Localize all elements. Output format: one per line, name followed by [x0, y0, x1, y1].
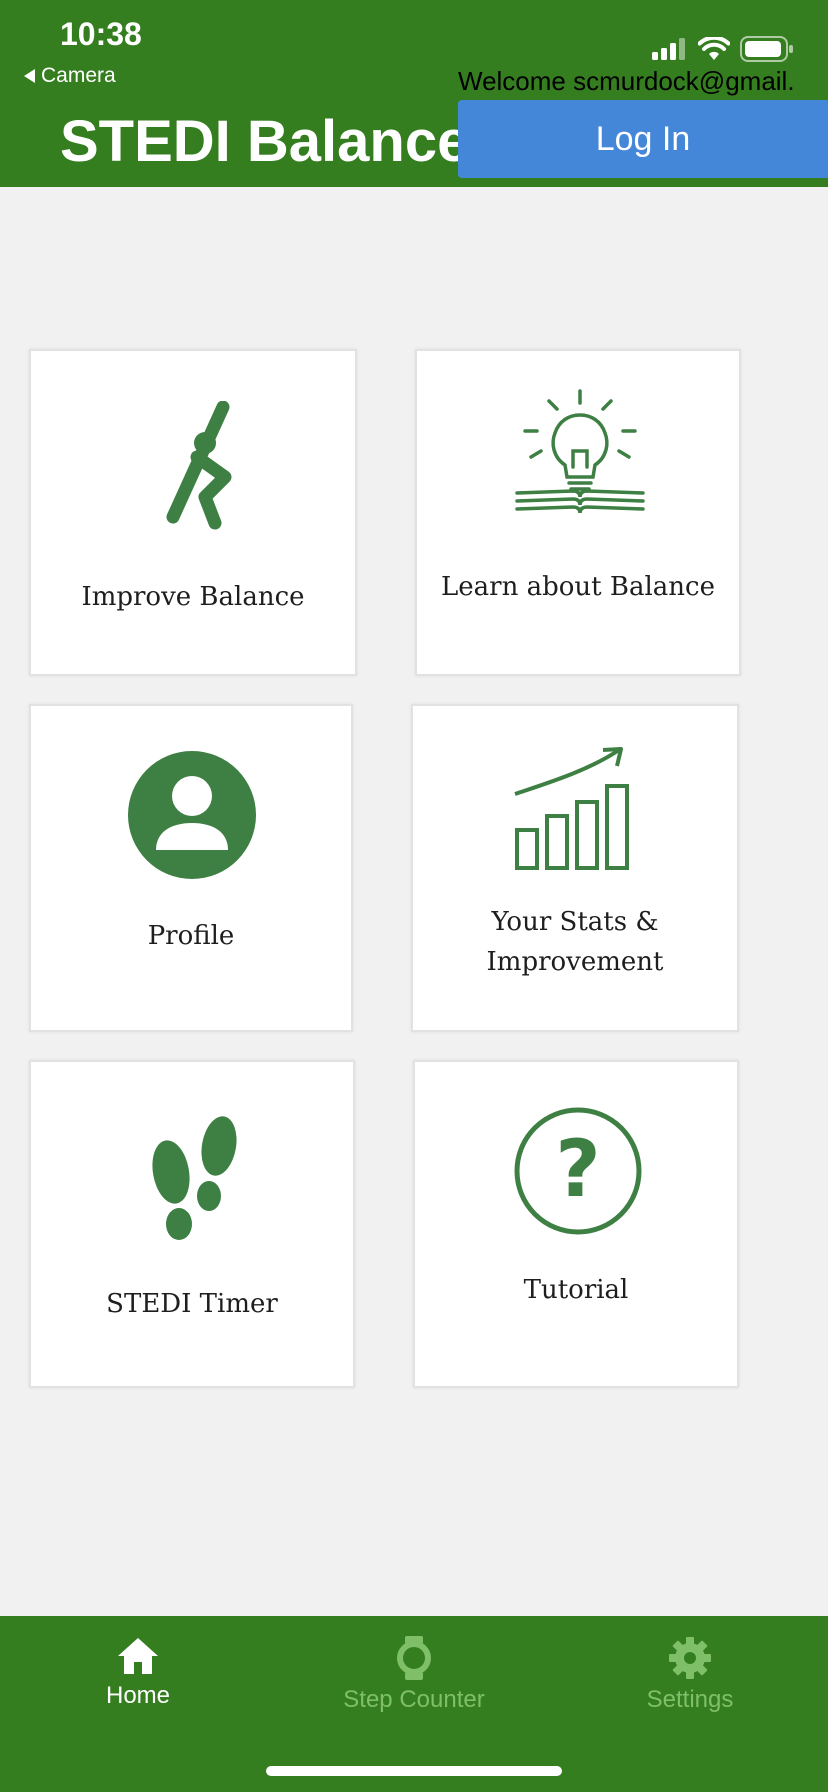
gear-icon — [669, 1637, 711, 1679]
improve-balance-tile[interactable]: Improve Balance — [29, 349, 357, 676]
tile-label-line2: Improvement — [486, 947, 664, 977]
tile-label: Tutorial — [523, 1275, 629, 1305]
back-label: Camera — [41, 64, 116, 87]
back-to-camera-link[interactable]: Camera — [24, 64, 116, 88]
tab-step-counter[interactable]: Step Counter — [276, 1636, 552, 1726]
app-title: STEDI Balance — [60, 109, 470, 174]
signal-icon — [652, 38, 685, 60]
tile-label: Learn about Balance — [441, 572, 715, 602]
tutorial-tile[interactable]: ? Tutorial — [413, 1060, 739, 1388]
stretching-person-icon — [166, 401, 232, 530]
welcome-text: Welcome scmurdock@gmail. — [458, 66, 795, 96]
back-arrow-icon — [24, 69, 35, 83]
profile-tile[interactable]: Profile — [29, 704, 353, 1032]
app-header: 10:38 Camera Welcome scmurdock@gmail. ST… — [0, 0, 828, 187]
profile-avatar-icon — [128, 751, 256, 879]
watch-icon — [397, 1636, 431, 1680]
stats-improvement-tile[interactable]: Your Stats & Improvement — [411, 704, 739, 1032]
tile-label: STEDI Timer — [106, 1289, 278, 1319]
lightbulb-book-icon — [515, 389, 645, 514]
tile-label: Profile — [147, 921, 235, 951]
battery-icon — [740, 36, 793, 62]
stats-chart-icon — [514, 747, 629, 870]
tab-home[interactable]: Home — [0, 1636, 276, 1726]
tab-label: Step Counter — [343, 1686, 485, 1713]
tile-label: Improve Balance — [81, 582, 305, 612]
tile-label-line1: Your Stats & — [491, 907, 659, 937]
footsteps-icon — [152, 1116, 237, 1240]
status-time: 10:38 — [60, 16, 142, 52]
learn-about-balance-tile[interactable]: Learn about Balance — [415, 349, 741, 676]
home-icon — [118, 1638, 158, 1674]
home-indicator — [266, 1766, 562, 1776]
login-button[interactable]: Log In — [458, 100, 828, 178]
stedi-timer-tile[interactable]: STEDI Timer — [29, 1060, 355, 1388]
question-circle-icon: ? — [514, 1107, 642, 1235]
tab-settings[interactable]: Settings — [552, 1636, 828, 1726]
wifi-icon — [698, 37, 730, 60]
status-icons — [652, 36, 794, 62]
tab-label: Settings — [646, 1686, 734, 1713]
tab-label: Home — [105, 1682, 171, 1709]
svg-text:?: ? — [555, 1125, 600, 1215]
